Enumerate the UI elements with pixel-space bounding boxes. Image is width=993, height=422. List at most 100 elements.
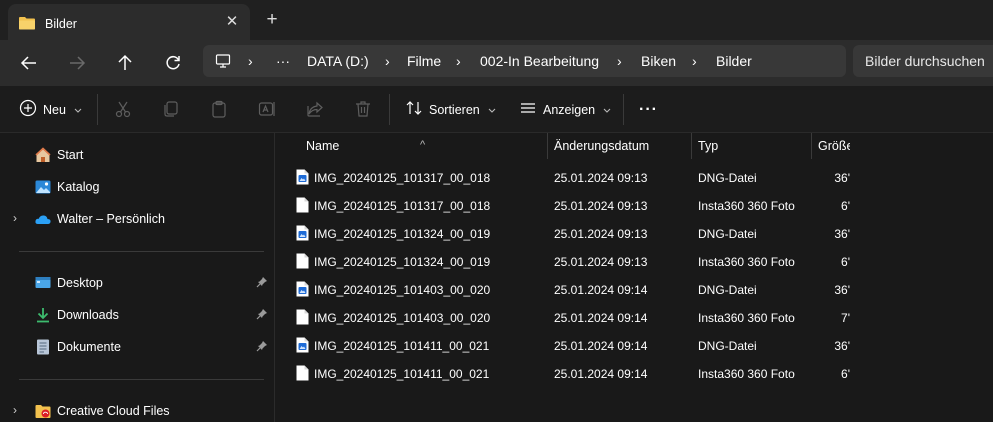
dng-file-icon [296, 337, 309, 356]
breadcrumb-biken[interactable]: Biken [641, 53, 676, 69]
back-arrow-icon[interactable] [17, 51, 41, 75]
file-size: 6' [841, 255, 850, 269]
title-bar: Bilder ✕ + [0, 0, 993, 40]
chevron-down-icon [488, 103, 496, 117]
file-row[interactable]: IMG_20240125_101411_00_021 25.01.2024 09:… [275, 359, 850, 387]
forward-arrow-icon[interactable] [65, 51, 89, 75]
gallery-icon [35, 179, 51, 195]
breadcrumb-overflow[interactable]: ··· [276, 53, 290, 69]
sidebar-item-downloads[interactable]: Downloads [0, 301, 274, 329]
new-tab-button[interactable]: + [262, 10, 282, 30]
chevron-right-icon[interactable]: › [13, 211, 17, 225]
navigation-bar: › ··· DATA (D:) › Filme › 002-In Bearbei… [0, 40, 993, 86]
sidebar-item-desktop[interactable]: Desktop [0, 269, 274, 297]
column-header-size[interactable]: Größe [818, 139, 850, 153]
file-row[interactable]: IMG_20240125_101324_00_019 25.01.2024 09:… [275, 247, 850, 275]
chevron-right-icon: › [385, 53, 390, 69]
sidebar-item-katalog[interactable]: Katalog [0, 173, 274, 201]
file-type: DNG-Datei [698, 227, 757, 241]
file-size: 6' [841, 367, 850, 381]
tab-title: Bilder [45, 17, 77, 31]
dng-file-icon [296, 281, 309, 300]
sidebar-item-creative-cloud[interactable]: › Creative Cloud Files [0, 397, 274, 422]
list-view-icon [519, 99, 537, 120]
column-header-name[interactable]: Name [306, 139, 339, 153]
breadcrumb-bilder[interactable]: Bilder [716, 53, 752, 69]
chevron-down-icon [603, 103, 611, 117]
breadcrumb-filme[interactable]: Filme [407, 53, 441, 69]
file-type: Insta360 360 Foto [698, 199, 795, 213]
search-input[interactable]: Bilder durchsuchen [853, 45, 993, 77]
toolbar-divider [389, 94, 390, 125]
plus-circle-icon [19, 99, 37, 120]
chevron-right-icon: › [617, 53, 622, 69]
paste-icon[interactable] [209, 99, 229, 119]
close-tab-icon[interactable]: ✕ [222, 12, 242, 32]
more-options-icon: ··· [639, 100, 658, 118]
file-row[interactable]: IMG_20240125_101317_00_018 25.01.2024 09:… [275, 191, 850, 219]
sidebar-item-onedrive[interactable]: › Walter – Persönlich [0, 205, 274, 233]
column-header-date[interactable]: Änderungsdatum [554, 139, 649, 153]
file-icon [296, 365, 309, 384]
file-name: IMG_20240125_101411_00_021 [314, 367, 490, 381]
sort-button[interactable]: Sortieren [405, 86, 496, 133]
creative-cloud-folder-icon [35, 403, 51, 419]
file-icon [296, 253, 309, 272]
file-row[interactable]: IMG_20240125_101403_00_020 25.01.2024 09:… [275, 275, 850, 303]
file-date: 25.01.2024 09:13 [554, 171, 648, 185]
this-pc-icon [215, 53, 231, 72]
folder-icon [19, 16, 35, 33]
pin-icon[interactable] [256, 276, 268, 291]
address-bar[interactable]: › ··· DATA (D:) › Filme › 002-In Bearbei… [203, 45, 846, 77]
column-resize-handle[interactable] [811, 133, 812, 159]
share-icon[interactable] [305, 99, 325, 119]
onedrive-cloud-icon [35, 211, 51, 227]
refresh-icon[interactable] [161, 51, 185, 75]
navigation-pane: Start Katalog › Walter – Persönlich Desk… [0, 133, 274, 422]
sidebar-item-label: Downloads [57, 308, 119, 322]
tab-bilder[interactable]: Bilder ✕ [8, 4, 250, 40]
file-date: 25.01.2024 09:14 [554, 367, 648, 381]
sort-button-label: Sortieren [429, 102, 480, 117]
new-button[interactable]: Neu [19, 86, 82, 133]
copy-icon[interactable] [161, 99, 181, 119]
new-button-label: Neu [43, 102, 66, 117]
up-arrow-icon[interactable] [113, 51, 137, 75]
pin-icon[interactable] [256, 340, 268, 355]
rename-icon[interactable] [257, 99, 277, 119]
file-row[interactable]: IMG_20240125_101403_00_020 25.01.2024 09:… [275, 303, 850, 331]
download-icon [35, 307, 51, 323]
view-button[interactable]: Anzeigen [519, 86, 611, 133]
breadcrumb-data-drive[interactable]: DATA (D:) [307, 53, 369, 69]
file-date: 25.01.2024 09:14 [554, 339, 648, 353]
sidebar-item-start[interactable]: Start [0, 141, 274, 169]
file-size: 36' [834, 283, 850, 297]
file-size: 36' [834, 171, 850, 185]
file-name: IMG_20240125_101324_00_019 [314, 227, 491, 241]
more-options-button[interactable]: ··· [639, 86, 658, 133]
chevron-right-icon[interactable]: › [13, 403, 17, 417]
view-button-label: Anzeigen [543, 102, 596, 117]
column-resize-handle[interactable] [691, 133, 692, 159]
column-resize-handle[interactable] [547, 133, 548, 159]
file-row[interactable]: IMG_20240125_101411_00_021 25.01.2024 09:… [275, 331, 850, 359]
file-row[interactable]: IMG_20240125_101324_00_019 25.01.2024 09:… [275, 219, 850, 247]
file-date: 25.01.2024 09:13 [554, 227, 648, 241]
breadcrumb-in-bearbeitung[interactable]: 002-In Bearbeitung [480, 53, 599, 69]
pin-icon[interactable] [256, 308, 268, 323]
sidebar-divider [19, 379, 264, 380]
file-row[interactable]: IMG_20240125_101317_00_018 25.01.2024 09:… [275, 163, 850, 191]
dng-file-icon [296, 169, 309, 188]
cut-icon[interactable] [113, 99, 133, 119]
file-type: DNG-Datei [698, 339, 757, 353]
column-header-type[interactable]: Typ [698, 139, 718, 153]
sidebar-item-dokumente[interactable]: Dokumente [0, 333, 274, 361]
file-icon [296, 309, 309, 328]
sort-ascending-icon: ^ [420, 139, 426, 151]
file-date: 25.01.2024 09:14 [554, 283, 648, 297]
sidebar-item-label: Walter – Persönlich [57, 212, 165, 226]
delete-icon[interactable] [353, 99, 373, 119]
file-icon [296, 197, 309, 216]
toolbar-divider [623, 94, 624, 125]
file-name: IMG_20240125_101317_00_018 [314, 199, 491, 213]
